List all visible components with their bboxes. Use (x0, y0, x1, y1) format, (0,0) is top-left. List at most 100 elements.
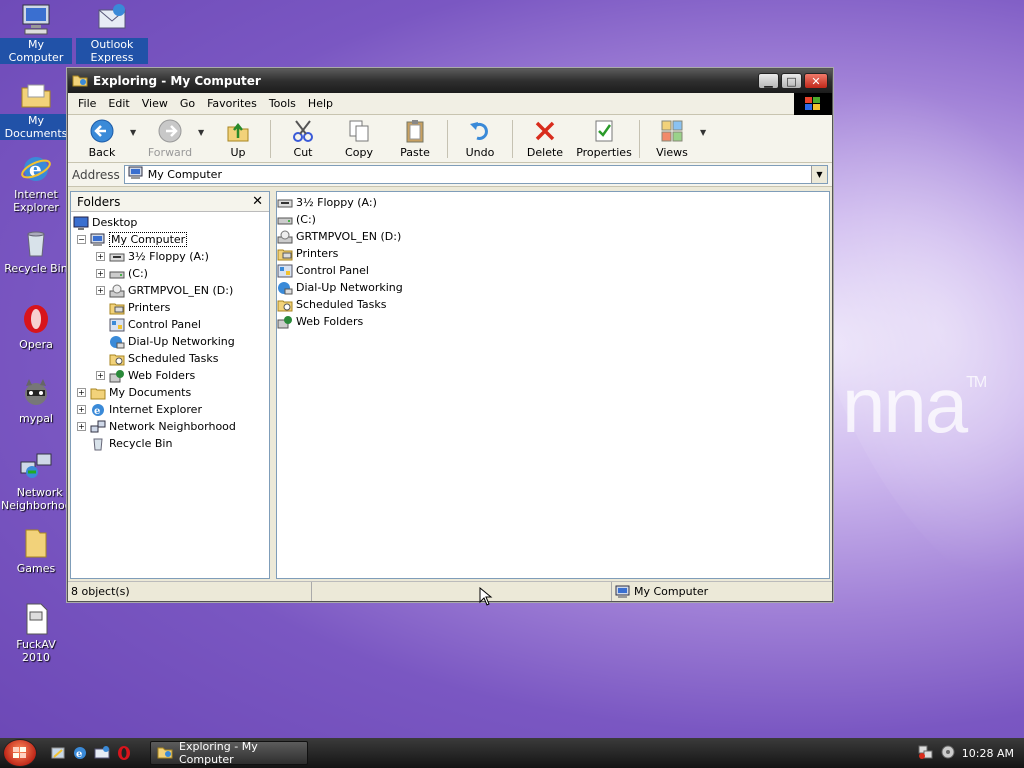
expand-icon[interactable]: + (96, 286, 105, 295)
tree-item-internet-explorer[interactable]: + e Internet Explorer (71, 401, 269, 418)
clock[interactable]: 10:28 AM (962, 747, 1014, 760)
address-dropdown-icon[interactable]: ▼ (811, 166, 827, 183)
tree-item-web-folders[interactable]: + Web Folders (71, 367, 269, 384)
forward-arrow-icon (157, 118, 183, 144)
delete-button[interactable]: Delete (517, 118, 573, 159)
tree-item-printers[interactable]: Printers (71, 299, 269, 316)
views-button[interactable]: Views (644, 118, 700, 159)
desktop-icon-network-neighborhood[interactable]: Network Neighborhood (0, 450, 78, 512)
desktop-icon-my-computer[interactable]: My Computer (0, 2, 72, 64)
maximize-button[interactable]: □ (781, 73, 802, 89)
address-label: Address (72, 167, 120, 182)
properties-button[interactable]: Properties (573, 118, 635, 159)
opera-icon[interactable] (116, 745, 132, 761)
list-item-dial-up[interactable]: Dial-Up Networking (277, 279, 829, 296)
address-input[interactable]: My Computer ▼ (123, 165, 828, 184)
mouse-cursor-icon (479, 587, 493, 606)
tree-item-scheduled-tasks[interactable]: Scheduled Tasks (71, 350, 269, 367)
paste-button[interactable]: Paste (387, 118, 443, 159)
menu-go[interactable]: Go (180, 97, 195, 110)
desktop-icon-mypal[interactable]: mypal (0, 376, 72, 425)
menu-file[interactable]: File (78, 97, 96, 110)
toolbar-separator (270, 119, 271, 158)
tree-item-recycle-bin[interactable]: Recycle Bin (71, 435, 269, 452)
forward-dropdown-icon[interactable]: ▼ (198, 128, 210, 137)
internet-explorer-icon: e (19, 152, 53, 186)
title-bar[interactable]: Exploring - My Computer ▁ □ ✕ (68, 69, 832, 93)
undo-button[interactable]: Undo (452, 118, 508, 159)
list-item-d-drive[interactable]: GRTMPVOL_EN (D:) (277, 228, 829, 245)
list-item-scheduled-tasks[interactable]: Scheduled Tasks (277, 296, 829, 313)
tree-item-floppy[interactable]: + 3½ Floppy (A:) (71, 248, 269, 265)
back-button[interactable]: Back (74, 118, 130, 159)
show-desktop-icon[interactable] (50, 745, 66, 761)
printer-folder-icon (277, 246, 293, 262)
list-item-floppy[interactable]: 3½ Floppy (A:) (277, 194, 829, 211)
forward-button[interactable]: Forward (142, 118, 198, 159)
desktop-icon-my-documents[interactable]: My Documents (0, 78, 72, 140)
expand-icon[interactable]: + (77, 405, 86, 414)
svg-text:e: e (94, 406, 100, 417)
desktop-icon-opera[interactable]: Opera (0, 302, 72, 351)
folders-header: Folders ✕ (71, 192, 269, 212)
expand-icon[interactable]: + (96, 269, 105, 278)
expand-icon[interactable]: + (77, 422, 86, 431)
desktop-icon-outlook-express[interactable]: Outlook Express (76, 2, 148, 64)
menu-tools[interactable]: Tools (269, 97, 296, 110)
network-icon (19, 450, 53, 484)
views-dropdown-icon[interactable]: ▼ (700, 128, 712, 137)
desktop-icon-recycle-bin[interactable]: Recycle Bin (0, 226, 72, 275)
collapse-icon[interactable]: − (77, 235, 86, 244)
close-button[interactable]: ✕ (804, 73, 828, 89)
tray-volume-icon[interactable] (940, 744, 956, 763)
desktop-icon-games[interactable]: Games (0, 526, 72, 575)
internet-explorer-icon[interactable]: e (72, 745, 88, 761)
menu-help[interactable]: Help (308, 97, 333, 110)
taskbar-task-explorer[interactable]: Exploring - My Computer (150, 740, 308, 766)
tray-network-icon[interactable] (918, 744, 934, 763)
menu-favorites[interactable]: Favorites (207, 97, 257, 110)
quick-launch: e (50, 745, 132, 761)
tree-item-my-computer[interactable]: − My Computer (71, 231, 269, 248)
tree-item-dial-up[interactable]: Dial-Up Networking (71, 333, 269, 350)
web-folders-icon (277, 314, 293, 330)
printer-folder-icon (109, 300, 125, 316)
tree-item-d-drive[interactable]: + GRTMPVOL_EN (D:) (71, 282, 269, 299)
cut-button[interactable]: Cut (275, 118, 331, 159)
menu-edit[interactable]: Edit (108, 97, 129, 110)
list-item-control-panel[interactable]: Control Panel (277, 262, 829, 279)
expand-icon[interactable]: + (96, 371, 105, 380)
dial-up-icon (277, 280, 293, 296)
tree-item-my-documents[interactable]: + My Documents (71, 384, 269, 401)
folder-documents-icon (19, 78, 53, 112)
back-dropdown-icon[interactable]: ▼ (130, 128, 142, 137)
tree-item-network-neighborhood[interactable]: + Network Neighborhood (71, 418, 269, 435)
list-item-c-drive[interactable]: (C:) (277, 211, 829, 228)
list-item-printers[interactable]: Printers (277, 245, 829, 262)
minimize-button[interactable]: ▁ (758, 73, 779, 89)
desktop-icon-internet-explorer[interactable]: e Internet Explorer (0, 152, 72, 214)
tree-item-control-panel[interactable]: Control Panel (71, 316, 269, 333)
list-item-web-folders[interactable]: Web Folders (277, 313, 829, 330)
expand-icon[interactable]: + (77, 388, 86, 397)
close-folders-icon[interactable]: ✕ (252, 194, 263, 209)
address-value: My Computer (147, 168, 222, 181)
outlook-express-icon[interactable] (94, 745, 110, 761)
svg-text:e: e (76, 749, 82, 760)
tree-item-desktop[interactable]: Desktop (71, 214, 269, 231)
desktop-icon-fuckav[interactable]: FuckAV 2010 (0, 602, 72, 664)
dial-up-icon (109, 334, 125, 350)
start-button[interactable] (0, 738, 40, 768)
up-button[interactable]: Up (210, 118, 266, 159)
scissors-icon (290, 118, 316, 144)
menu-view[interactable]: View (142, 97, 168, 110)
copy-button[interactable]: Copy (331, 118, 387, 159)
expand-icon[interactable]: + (96, 252, 105, 261)
cd-drive-icon (277, 229, 293, 245)
window-folder-icon (72, 72, 88, 91)
control-panel-icon (109, 317, 125, 333)
recycle-bin-icon (90, 436, 106, 452)
up-folder-icon (225, 118, 251, 144)
tree-item-c-drive[interactable]: + (C:) (71, 265, 269, 282)
hard-drive-icon (109, 266, 125, 282)
